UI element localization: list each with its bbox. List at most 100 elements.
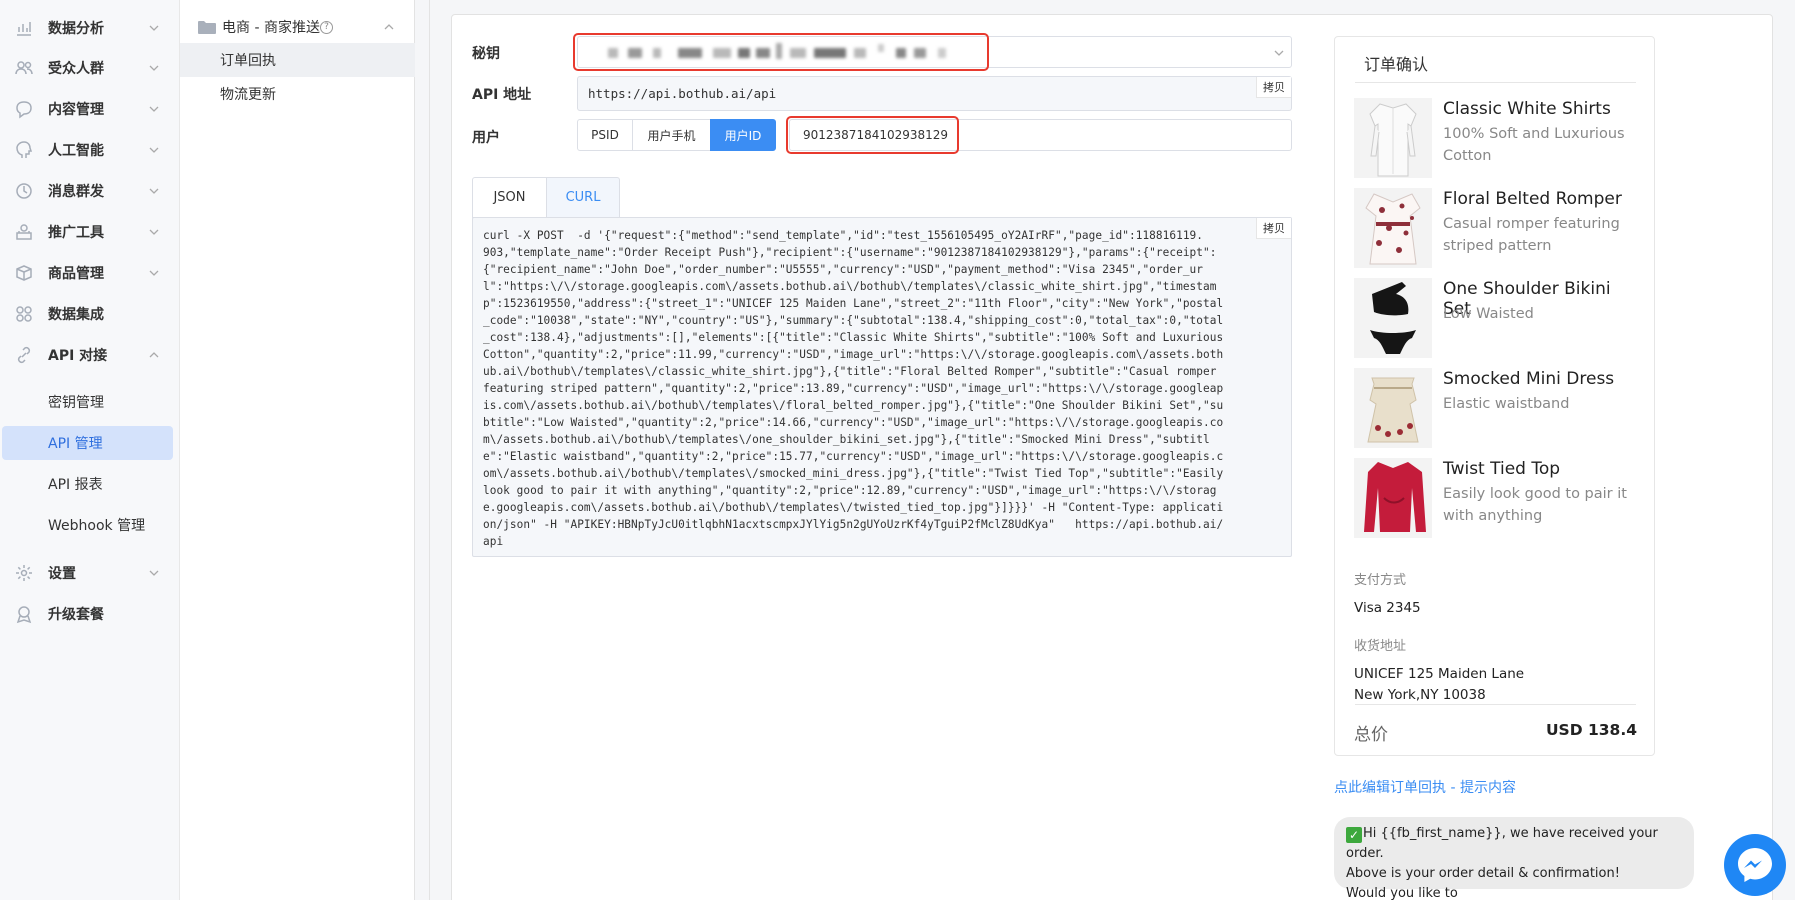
preview-item: Smocked Mini Dress Elastic waistband: [1354, 368, 1639, 458]
api-icon: [17, 346, 31, 364]
item-name: Smocked Mini Dress: [1443, 369, 1615, 389]
chevron-up-icon: [149, 352, 159, 358]
tree-item-label: 订单回执: [220, 53, 276, 69]
message-text: ✓ Hi {{fb_first_name}}, we have received …: [1346, 824, 1691, 900]
receipt-preview: 订单确认 Classic White Shirts 100% Soft and …: [1334, 36, 1655, 756]
secret-select[interactable]: [577, 36, 1292, 68]
copy-api-url-button[interactable]: 拷贝: [1256, 77, 1291, 98]
api-url-label: API 地址: [472, 87, 532, 103]
tree-group-ecommerce[interactable]: 电商 - 商家推送 ?: [180, 10, 415, 44]
secret-label: 秘钥: [472, 46, 500, 62]
chevron-up-icon: [384, 24, 394, 30]
api-url-field[interactable]: https://api.bothub.ai/api 拷贝: [577, 76, 1292, 111]
item-name: Twist Tied Top: [1443, 459, 1561, 479]
tab-curl[interactable]: CURL: [546, 177, 620, 218]
sub-item-label: API 报表: [48, 477, 103, 493]
user-tab-psid[interactable]: PSID: [577, 119, 633, 151]
divider: [1355, 82, 1636, 83]
message-line-1: Hi {{fb_first_name}}, we have received y…: [1346, 826, 1658, 861]
user-label: 用户: [472, 130, 500, 146]
nav-item-analytics[interactable]: 数据分析: [0, 8, 180, 48]
nav-item-broadcast[interactable]: 消息群发: [0, 171, 180, 211]
sub-item-api-report[interactable]: API 报表: [2, 467, 173, 501]
sub-item-keys[interactable]: 密钥管理: [2, 385, 173, 419]
nav-label: 人工智能: [48, 143, 104, 159]
curl-code-text: curl -X POST -d '{"request":{"method":"s…: [483, 229, 1224, 548]
nav-label: 设置: [48, 566, 76, 582]
user-id-input[interactable]: 9012387184102938129: [789, 119, 1292, 151]
nav-item-content[interactable]: 内容管理: [0, 89, 180, 129]
sub-item-label: 密钥管理: [48, 395, 104, 411]
upgrade-icon: [16, 606, 32, 624]
api-url-value: https://api.bothub.ai/api: [588, 86, 777, 101]
edit-receipt-link[interactable]: 点此编辑订单回执 - 提示内容: [1334, 777, 1516, 797]
item-name: Floral Belted Romper: [1443, 189, 1622, 209]
tree-item-order-receipt[interactable]: 订单回执: [180, 43, 415, 77]
nav-item-integration[interactable]: 数据集成: [0, 294, 180, 334]
help-icon[interactable]: ?: [320, 21, 333, 34]
nav-label: API 对接: [48, 348, 108, 364]
item-subtitle: Easily look good to pair it with anythin…: [1443, 486, 1627, 524]
tree-item-shipping-update[interactable]: 物流更新: [180, 77, 415, 111]
messenger-chat-button[interactable]: [1724, 834, 1786, 896]
item-subtitle: Casual romper featuring striped pattern: [1443, 216, 1620, 254]
api-config-card: 秘钥 API 地址 https://api.bothub.ai/api 拷贝 用…: [451, 14, 1773, 900]
preview-item: Floral Belted Romper Casual romper featu…: [1354, 188, 1639, 278]
nav-item-upgrade[interactable]: 升级套餐: [0, 594, 180, 634]
product-image-shirt: [1354, 98, 1432, 178]
panel-divider: [416, 0, 430, 900]
app-root: 数据分析 受众人群 内容管理 人工智能 消息群发 推广工具 商品管理 数据集成 …: [0, 0, 1795, 900]
tree-item-label: 物流更新: [220, 87, 276, 103]
nav-item-settings[interactable]: 设置: [0, 553, 180, 593]
nav-item-api[interactable]: API 对接: [0, 335, 180, 375]
nav-label: 数据分析: [48, 21, 104, 37]
users-icon: [15, 61, 33, 75]
chevron-down-icon: [1274, 50, 1284, 56]
tab-json[interactable]: JSON: [472, 177, 547, 218]
integration-icon: [16, 306, 32, 322]
product-image-dress: [1354, 368, 1432, 448]
sub-item-api-manage[interactable]: API 管理: [2, 426, 173, 460]
user-id-value: 9012387184102938129: [803, 128, 949, 142]
copy-code-button[interactable]: 拷贝: [1256, 218, 1291, 239]
item-subtitle: Low Waisted: [1443, 306, 1534, 322]
nav-item-audience[interactable]: 受众人群: [0, 48, 180, 88]
template-tree-panel: 电商 - 商家推送 ? 订单回执 物流更新: [180, 0, 415, 900]
sub-item-webhook[interactable]: Webhook 管理: [2, 508, 173, 542]
chevron-down-icon: [149, 147, 159, 153]
product-image-bikini: [1354, 278, 1432, 358]
item-subtitle: 100% Soft and Luxurious Cotton: [1443, 126, 1625, 164]
curl-code-block[interactable]: curl -X POST -d '{"request":{"method":"s…: [472, 217, 1292, 557]
message-bubble: ✓ Hi {{fb_first_name}}, we have received …: [1334, 817, 1694, 900]
check-icon: ✓: [1346, 827, 1362, 843]
preview-title: 订单确认: [1364, 55, 1429, 74]
brain-icon: [16, 141, 33, 158]
sub-item-label: API 管理: [48, 436, 103, 452]
total-label: 总价: [1354, 725, 1388, 745]
product-image-romper: [1354, 188, 1432, 268]
product-image-top: [1354, 458, 1432, 538]
analytics-icon: [17, 22, 31, 36]
nav-item-product[interactable]: 商品管理: [0, 253, 180, 293]
sidebar-nav: 数据分析 受众人群 内容管理 人工智能 消息群发 推广工具 商品管理 数据集成 …: [0, 0, 180, 900]
chevron-down-icon: [149, 65, 159, 71]
nav-label: 升级套餐: [48, 607, 104, 623]
nav-label: 商品管理: [48, 266, 104, 282]
folder-icon: [198, 21, 216, 34]
chat-icon: [16, 101, 32, 119]
nav-label: 内容管理: [48, 102, 104, 118]
user-tab-phone[interactable]: 用户手机: [632, 119, 711, 151]
nav-item-ai[interactable]: 人工智能: [0, 130, 180, 170]
item-name: Classic White Shirts: [1443, 99, 1611, 119]
preview-item: Twist Tied Top Easily look good to pair …: [1354, 458, 1639, 548]
gear-icon: [16, 565, 32, 581]
user-tab-id[interactable]: 用户ID: [710, 119, 776, 151]
chevron-down-icon: [149, 570, 159, 576]
preview-item: Classic White Shirts 100% Soft and Luxur…: [1354, 98, 1639, 188]
product-icon: [16, 265, 32, 281]
promote-icon: [16, 224, 32, 240]
total-value: USD 138.4: [1545, 721, 1637, 739]
nav-label: 消息群发: [48, 184, 104, 200]
nav-item-promote[interactable]: 推广工具: [0, 212, 180, 252]
address-label: 收货地址: [1354, 639, 1407, 654]
